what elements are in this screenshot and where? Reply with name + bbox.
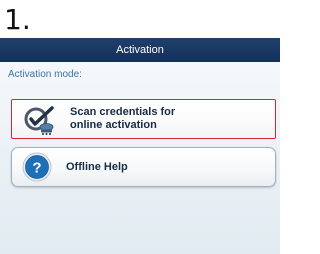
offline-help-label: Offline Help xyxy=(66,160,128,173)
page-title: Activation xyxy=(116,44,164,56)
scan-credentials-label: Scan credentials for online activation xyxy=(70,106,176,131)
svg-text:?: ? xyxy=(32,160,41,177)
title-bar: Activation xyxy=(0,38,280,62)
activation-screen: Activation Activation mode: Scan credent… xyxy=(0,38,280,254)
help-icon: ? xyxy=(22,152,52,182)
step-number: 1. xyxy=(4,3,31,36)
scan-credentials-button[interactable]: Scan credentials for online activation xyxy=(11,99,276,139)
scan-credentials-icon xyxy=(22,102,56,136)
offline-help-button[interactable]: ? Offline Help xyxy=(11,147,276,187)
activation-mode-label: Activation mode: xyxy=(8,69,82,80)
